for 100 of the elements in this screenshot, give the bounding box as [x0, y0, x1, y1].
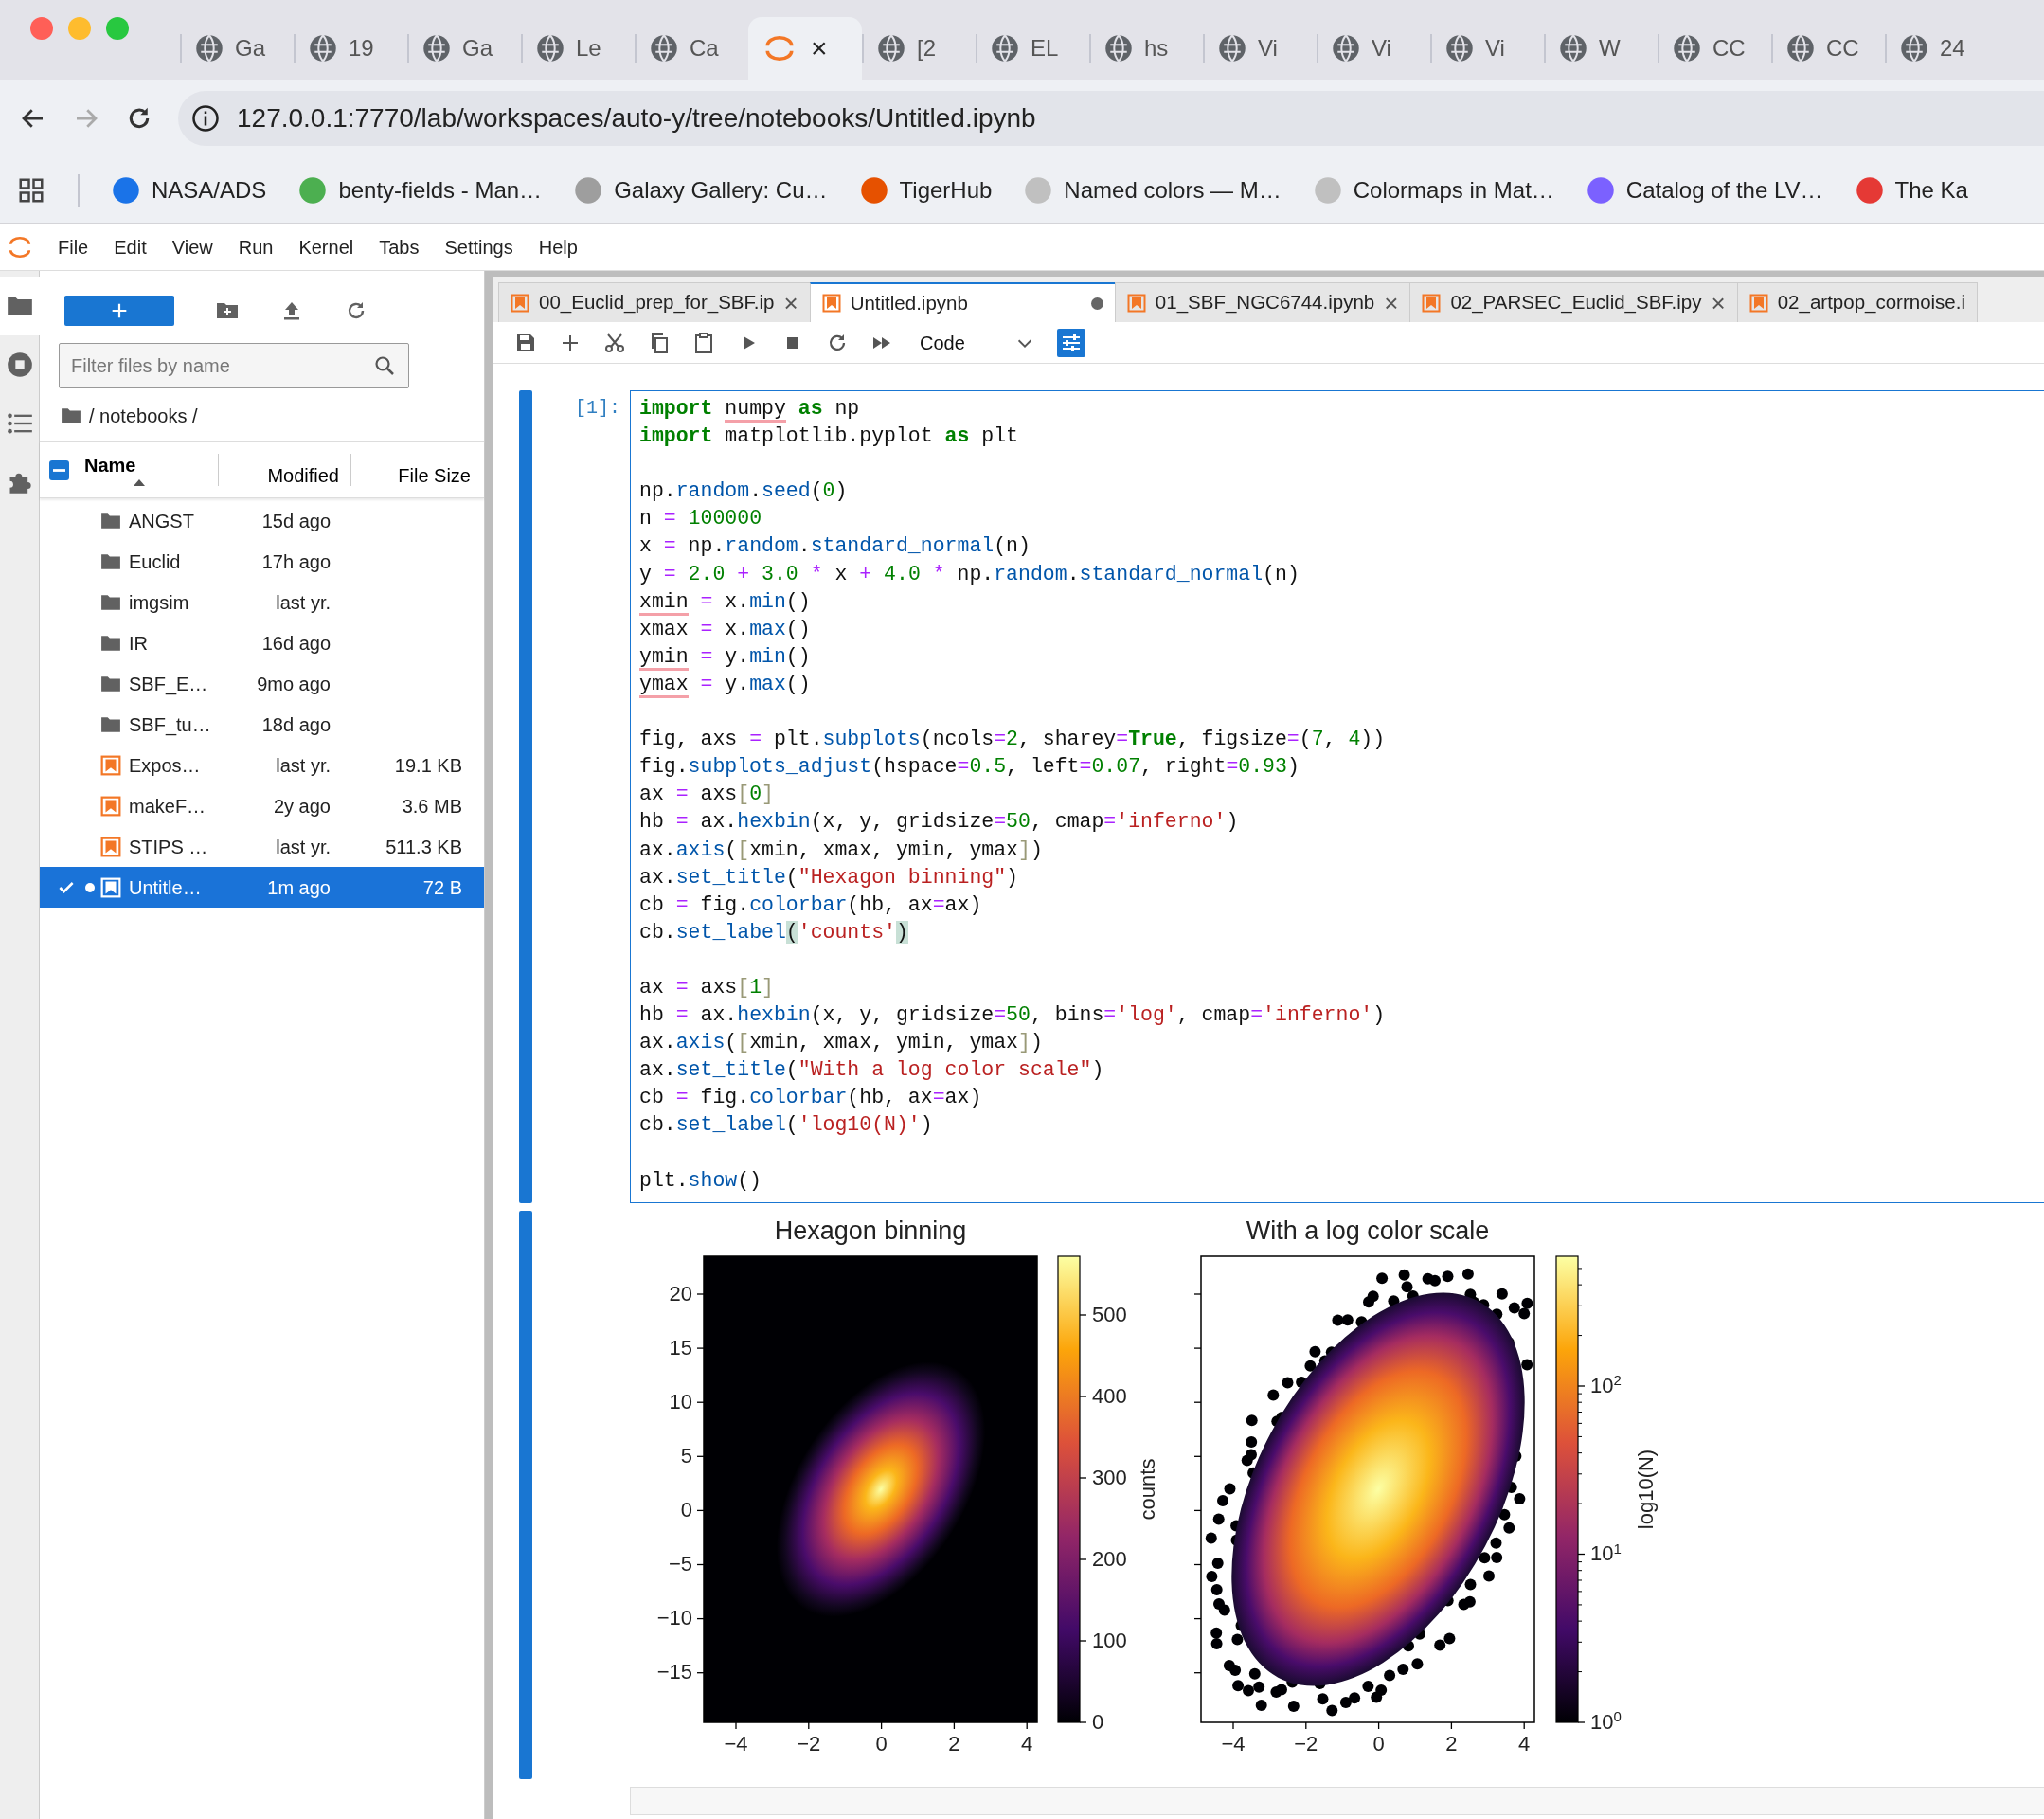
file-row[interactable]: STIPS … last yr. 511.3 KB [40, 826, 484, 867]
menu-item[interactable]: Help [538, 232, 578, 261]
cell-collapser[interactable] [519, 1210, 532, 1779]
file-row[interactable]: Expos… last yr. 19.1 KB [40, 745, 484, 785]
close-tab-button[interactable]: × [1384, 290, 1399, 315]
code-line: xmin = x.min() [639, 587, 2044, 616]
menu-item[interactable]: Kernel [298, 232, 354, 261]
file-row[interactable]: Untitle… 1m ago 72 B [40, 867, 484, 908]
stop-circle-icon [7, 351, 33, 378]
code-line: ymin = y.min() [639, 642, 2044, 671]
close-tab-button[interactable]: × [807, 34, 832, 63]
colorbar-tick-label: 0 [1092, 1711, 1104, 1733]
notebook-icon [100, 876, 121, 898]
file-row[interactable]: SBF_tu… 18d ago [40, 704, 484, 745]
code-line: hb = ax.hexbin(x, y, gridsize=50, bins='log', cmap='inferno') [639, 1002, 1387, 1029]
file-name: SBF_tu… [129, 712, 212, 738]
file-row[interactable]: IR 16d ago [40, 622, 484, 663]
cell-collapser[interactable] [519, 390, 532, 1203]
bookmark-link[interactable]: benty-fields - Man… [298, 172, 543, 207]
browser-tab[interactable]: × [748, 17, 862, 80]
colorbar-tick-label: 10$^{0}$ [1590, 1711, 1622, 1733]
menu-item[interactable]: File [58, 232, 89, 261]
notebook-tab[interactable]: Untitled.ipynb [809, 282, 1116, 322]
globe-icon [1900, 34, 1928, 63]
minus-icon [53, 468, 65, 472]
bookmark-link[interactable]: Catalog of the LV… [1586, 172, 1823, 207]
code-editor[interactable] [630, 390, 2044, 1203]
axis-tick-label: −2 [797, 1733, 821, 1755]
notebook-tab[interactable]: 02_artpop_corrnoise.i [1736, 282, 1978, 322]
colorbar-label: log10(N) [1636, 1449, 1657, 1529]
bookmark-link[interactable]: TigerHub [859, 172, 993, 207]
file-row[interactable]: makeF… 2y ago 3.6 MB [40, 785, 484, 826]
bookmark-link[interactable]: Colormaps in Mat… [1313, 172, 1554, 207]
file-row[interactable]: SBF_E… 9mo ago [40, 663, 484, 704]
axis-tick-label: 2 [948, 1733, 960, 1755]
file-name: STIPS … [129, 835, 209, 859]
notebook-tab[interactable]: 00_Euclid_prep_for_SBF.ip × [498, 282, 811, 322]
axis-tick-label: −4 [1221, 1733, 1246, 1755]
menu-item[interactable]: Tabs [379, 232, 420, 261]
bookmark-link[interactable]: The Ka [1855, 172, 1968, 207]
file-row[interactable]: imgsim last yr. [40, 582, 484, 622]
search-icon [373, 354, 396, 377]
sidebar-tab[interactable] [0, 277, 40, 335]
favicon-icon [1855, 175, 1884, 205]
plot-title: Hexagon binning [774, 1217, 967, 1244]
colorbar-tick-label: 10$^{1}$ [1590, 1543, 1622, 1565]
column-header[interactable]: Modified [218, 454, 350, 486]
code-line: import matplotlib.pyplot as plt [639, 423, 1019, 450]
folder-icon[interactable] [61, 405, 81, 426]
colorbar-tick-label: 10$^{2}$ [1590, 1375, 1622, 1396]
column-header[interactable]: Name [81, 453, 218, 487]
colorbar-tick-label: 300 [1092, 1467, 1127, 1488]
close-tab-button[interactable]: × [1711, 290, 1726, 315]
axis-tick-label: 5 [680, 1446, 692, 1467]
modified-time: 9mo ago [256, 672, 331, 696]
code-line: ax.axis([xmin, xmax, ymin, ymax]) [639, 837, 1044, 863]
globe-icon [877, 34, 905, 63]
select-all-checkbox[interactable] [49, 459, 69, 480]
axis-tick-label: −5 [668, 1554, 692, 1576]
modified-time: 17h ago [260, 549, 331, 574]
bookmark-link[interactable]: Galaxy Gallery: Cu… [574, 172, 828, 207]
filter-field[interactable]: Filter files by name [59, 343, 409, 388]
cell-type-dropdown[interactable]: Code [920, 328, 1041, 357]
breadcrumb-path[interactable]: / notebooks / [89, 402, 198, 430]
property-inspector-button[interactable] [1057, 328, 1085, 357]
notebook-tab[interactable]: 01_SBF_NGC6744.ipynb × [1114, 282, 1411, 322]
bookmark-link[interactable]: Named colors — M… [1024, 172, 1282, 207]
axis-tick-label: −10 [656, 1608, 692, 1630]
colorbar-tick-label: 100 [1092, 1630, 1127, 1651]
notebook-tab[interactable]: 02_PARSEC_Euclid_SBF.ipy × [1409, 282, 1738, 322]
axis-tick-label: 10 [669, 1391, 692, 1413]
menu-item[interactable]: View [171, 232, 213, 261]
bookmark-link[interactable]: NASA/ADS [112, 172, 267, 207]
close-tab-button[interactable]: × [783, 290, 798, 315]
favicon-icon [298, 175, 328, 205]
menu-item[interactable]: Run [238, 232, 274, 261]
code-line: ax = axs[1] [639, 974, 775, 1000]
menu-item[interactable]: Settings [444, 232, 513, 261]
address-bar[interactable]: 127.0.0.1:7770/lab/workspaces/auto-y/tree/notebooks/Untitled.ipynb [178, 91, 2044, 146]
notebook-icon [1422, 293, 1442, 313]
axis-tick-label: 20 [669, 1283, 692, 1305]
plot-title: With a log color scale [1246, 1217, 1490, 1244]
colorbar-label: counts [1138, 1458, 1158, 1521]
file-name: Euclid [129, 549, 182, 574]
column-header[interactable]: File Size [350, 454, 484, 486]
info-icon [191, 104, 220, 133]
file-name: imgsim [129, 590, 190, 615]
code-line: cb = fig.colorbar(hb, ax=ax) [639, 891, 983, 918]
modified-time: 18d ago [260, 712, 331, 737]
modified-time: 1m ago [266, 875, 331, 900]
code-line: import numpy as np [639, 395, 2044, 423]
url-text: 127.0.0.1:7770/lab/workspaces/auto-y/tree/notebooks/Untitled.ipynb [237, 102, 1036, 135]
colorbar-tick-label: 400 [1092, 1385, 1127, 1407]
menu-item[interactable]: Edit [114, 232, 147, 261]
globe-icon [536, 34, 565, 63]
file-row[interactable]: Euclid 17h ago [40, 541, 484, 582]
favicon-icon [1586, 175, 1615, 205]
empty-code-cell[interactable] [630, 1786, 2044, 1815]
file-row[interactable]: ANGST 15d ago [40, 500, 484, 541]
colorbar-tick-label: 500 [1092, 1304, 1127, 1325]
